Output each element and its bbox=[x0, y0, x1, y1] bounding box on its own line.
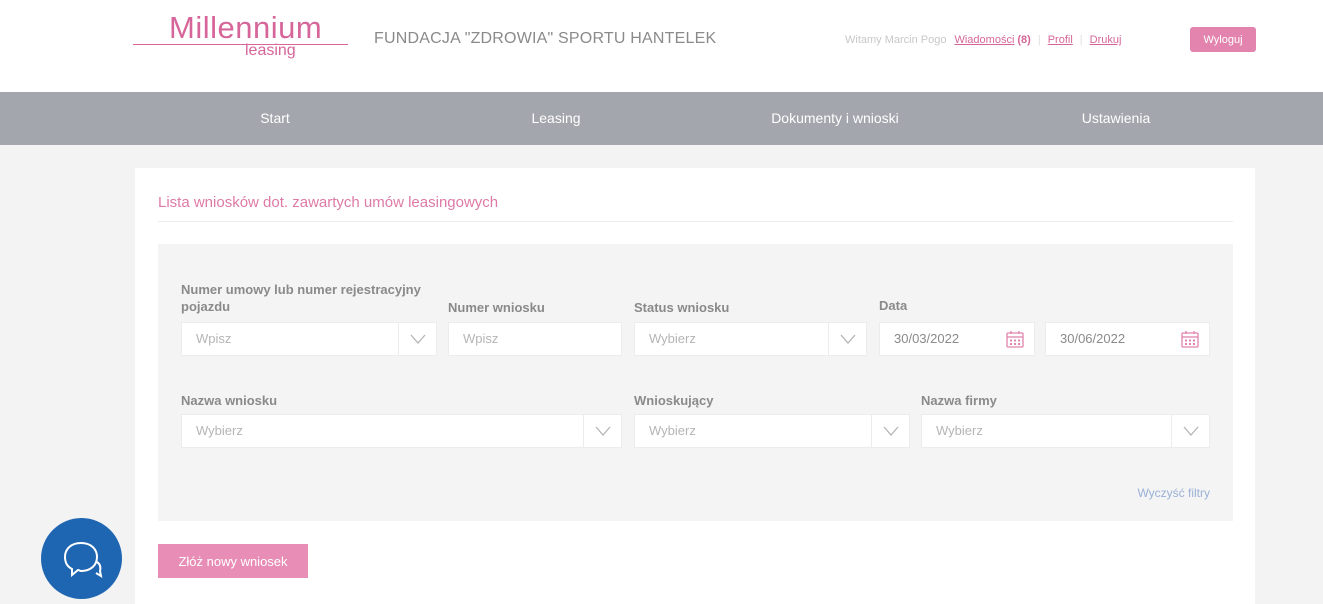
calendar-icon[interactable] bbox=[1006, 330, 1024, 348]
user-greeting: Witamy Marcin Pogo bbox=[845, 34, 947, 46]
applicant-placeholder: Wybierz bbox=[649, 423, 696, 438]
company-name: FUNDACJA "ZDROWIA" SPORTU HANTELEK bbox=[374, 30, 717, 47]
chat-icon bbox=[63, 541, 103, 579]
chevron-down-icon[interactable] bbox=[871, 415, 909, 447]
chat-button[interactable] bbox=[41, 518, 122, 599]
contract-number-label: Numer umowy lub numer rejestracyjny poja… bbox=[181, 282, 421, 314]
chevron-down-icon[interactable] bbox=[828, 323, 866, 355]
company-name-placeholder: Wybierz bbox=[936, 423, 983, 438]
date-from-value: 30/03/2022 bbox=[894, 331, 960, 346]
user-bar: Witamy Marcin Pogo Wiadomości (8) | Prof… bbox=[845, 31, 1121, 49]
request-number-label: Numer wniosku bbox=[448, 300, 545, 315]
date-from-input[interactable]: 30/03/2022 bbox=[879, 322, 1035, 356]
date-label: Data bbox=[879, 298, 908, 313]
title-divider bbox=[158, 221, 1233, 222]
main-nav: Start Leasing Dokumenty i wnioski Ustawi… bbox=[0, 92, 1323, 145]
logo-main-text: Millennium bbox=[169, 10, 323, 45]
clear-filters-link[interactable]: Wyczyść filtry bbox=[1137, 486, 1210, 500]
nav-item-settings[interactable]: Ustawienia bbox=[1082, 92, 1150, 145]
millennium-leasing-logo[interactable]: Millennium leasing bbox=[133, 10, 348, 66]
chevron-down-icon[interactable] bbox=[583, 415, 621, 447]
filters-section: Numer umowy lub numer rejestracyjny poja… bbox=[158, 244, 1233, 521]
status-select[interactable]: Wybierz bbox=[634, 322, 867, 356]
logo-divider bbox=[133, 44, 348, 45]
nav-item-leasing[interactable]: Leasing bbox=[531, 92, 580, 145]
contract-number-combobox[interactable]: Wpisz bbox=[181, 322, 437, 356]
contract-number-placeholder: Wpisz bbox=[196, 331, 232, 346]
new-request-button[interactable]: Złóż nowy wniosek bbox=[158, 544, 308, 578]
separator: | bbox=[1079, 34, 1083, 46]
requests-panel: Lista wniosków dot. zawartych umów leasi… bbox=[135, 168, 1255, 604]
nav-item-start[interactable]: Start bbox=[260, 92, 290, 145]
calendar-icon[interactable] bbox=[1181, 330, 1199, 348]
date-to-input[interactable]: 30/06/2022 bbox=[1045, 322, 1210, 356]
chevron-down-icon[interactable] bbox=[398, 323, 436, 355]
messages-link[interactable]: Wiadomości bbox=[954, 34, 1014, 46]
status-placeholder: Wybierz bbox=[649, 331, 696, 346]
company-name-label: Nazwa firmy bbox=[921, 393, 997, 408]
request-name-label: Nazwa wniosku bbox=[181, 393, 278, 408]
profile-link[interactable]: Profil bbox=[1048, 34, 1073, 46]
applicant-label: Wnioskujący bbox=[634, 393, 714, 408]
request-number-placeholder: Wpisz bbox=[463, 331, 499, 346]
page-title: Lista wniosków dot. zawartych umów leasi… bbox=[158, 194, 499, 211]
logo-sub-text: leasing bbox=[245, 42, 296, 59]
request-name-placeholder: Wybierz bbox=[196, 423, 243, 438]
messages-count-badge: (8) bbox=[1017, 34, 1031, 46]
date-to-value: 30/06/2022 bbox=[1060, 331, 1126, 346]
logout-button[interactable]: Wyloguj bbox=[1190, 27, 1256, 52]
request-number-input[interactable]: Wpisz bbox=[448, 322, 622, 356]
request-name-select[interactable]: Wybierz bbox=[181, 414, 622, 448]
nav-item-documents[interactable]: Dokumenty i wnioski bbox=[771, 92, 899, 145]
company-name-select[interactable]: Wybierz bbox=[921, 414, 1210, 448]
print-link[interactable]: Drukuj bbox=[1090, 34, 1122, 46]
chevron-down-icon[interactable] bbox=[1171, 415, 1209, 447]
header: Millennium leasing FUNDACJA "ZDROWIA" SP… bbox=[0, 0, 1323, 92]
separator: | bbox=[1037, 34, 1041, 46]
applicant-select[interactable]: Wybierz bbox=[634, 414, 910, 448]
status-label: Status wniosku bbox=[634, 300, 730, 315]
